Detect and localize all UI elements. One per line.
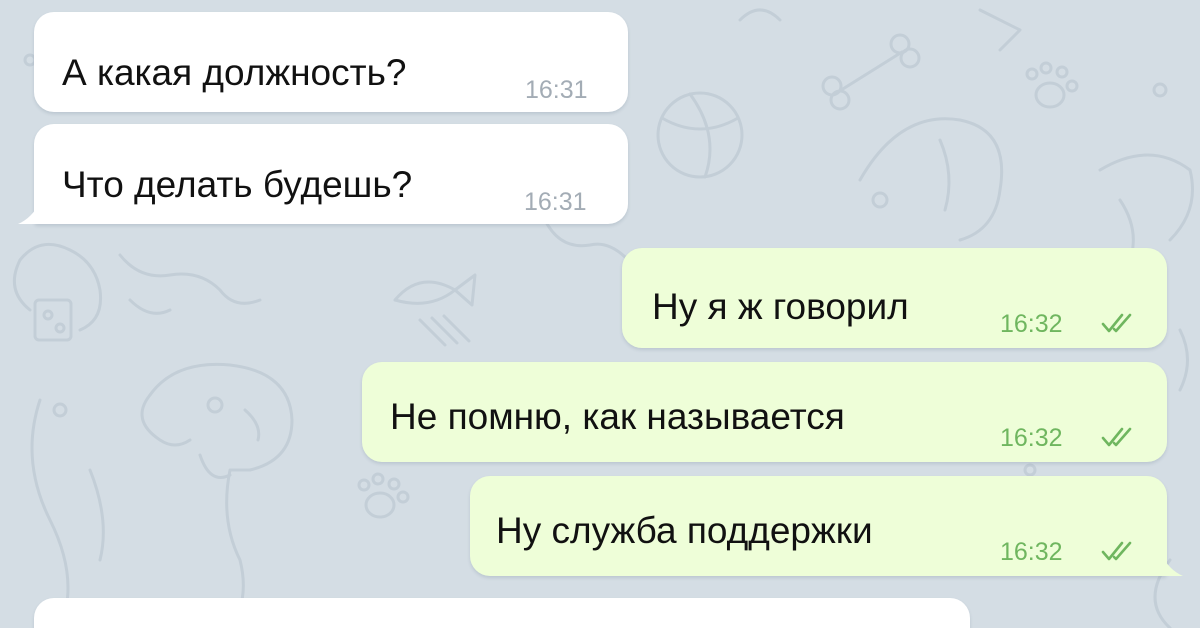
message-time: 16:31 (525, 76, 588, 104)
message-time: 16:32 (1000, 538, 1063, 566)
message-bubble-incoming[interactable]: Что делать будешь? 16:31 (18, 124, 628, 224)
message-text: Ну я ж говорил (652, 286, 909, 327)
message-time: 16:31 (524, 188, 587, 216)
dog-doodle (30, 362, 294, 628)
dog-doodle (12, 242, 262, 342)
fish-icon (393, 273, 477, 347)
paw-icon (1025, 61, 1079, 109)
message-time: 16:32 (1000, 424, 1063, 452)
message-bubble-incoming[interactable]: А какая должность? 16:31 (34, 12, 628, 112)
bubble-tail (18, 202, 40, 224)
message-bubble-outgoing[interactable]: Ну служба поддержки 16:32 (470, 476, 1183, 576)
message-time: 16:32 (1000, 310, 1063, 338)
double-check-icon (1101, 427, 1132, 447)
ball-icon (656, 91, 744, 179)
bubble-tail (1161, 554, 1183, 576)
message-text: Не помню, как называется (390, 396, 845, 437)
message-bubble-outgoing[interactable]: Ну я ж говорил 16:32 (622, 248, 1167, 348)
bone-icon (821, 33, 921, 111)
double-check-icon (1101, 313, 1132, 333)
double-check-icon (1101, 541, 1132, 561)
paw-icon (357, 472, 410, 519)
message-text: Ну служба поддержки (496, 510, 873, 551)
message-bubble-outgoing[interactable]: Не помню, как называется 16:32 (362, 362, 1167, 462)
message-bubble-incoming-partial[interactable] (34, 598, 970, 628)
message-text: А какая должность? (62, 52, 407, 93)
message-text: Что делать будешь? (62, 164, 413, 205)
